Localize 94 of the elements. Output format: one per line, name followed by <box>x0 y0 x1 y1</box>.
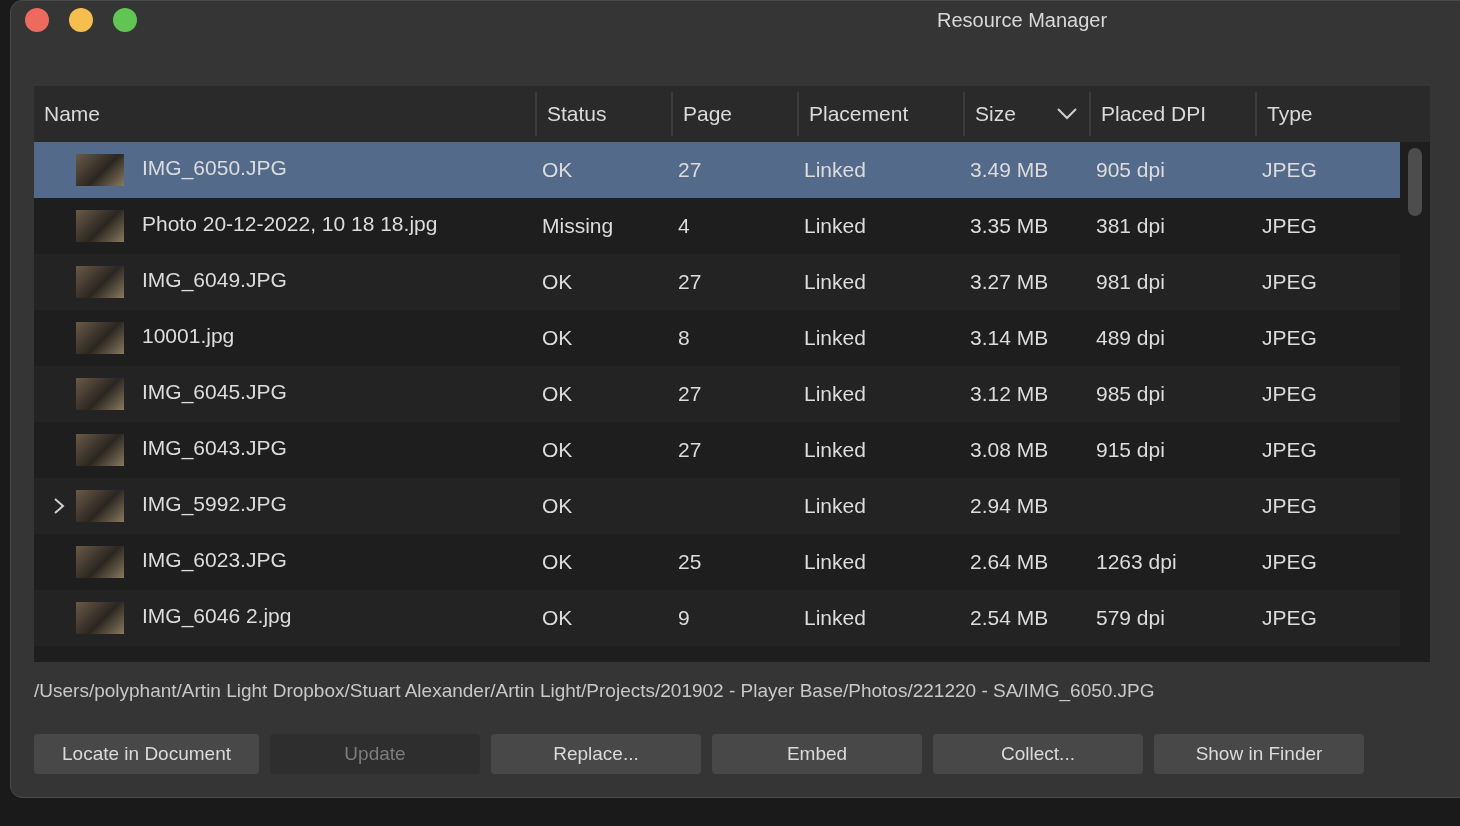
type-cell-text: JPEG <box>1261 270 1318 294</box>
photo-placeholder <box>76 154 124 186</box>
size-cell-text: 2.64 MB <box>969 550 1050 574</box>
name-cell: IMG_6023.JPG <box>142 548 287 572</box>
action-button[interactable]: Show in Finder <box>1154 734 1364 774</box>
page-cell-text: 27 <box>677 158 703 182</box>
column-header[interactable]: Name <box>34 92 535 136</box>
status-cell-text: OK <box>541 438 574 462</box>
photo-placeholder <box>76 546 124 578</box>
file-path: /Users/polyphant/Artin Light Dropbox/Stuart Alexander/Artin Light/Projects/201902 - Player Base/Photos/221220 - SA/IMG_6050.JPG <box>34 680 1156 702</box>
window-title: Resource Manager <box>937 8 1108 32</box>
placement-cell-text: Linked <box>803 382 867 406</box>
status-cell-text: OK <box>541 550 574 574</box>
photo-placeholder <box>76 602 124 634</box>
chevron-right-icon[interactable] <box>52 497 66 515</box>
name-cell: IMG_6043.JPG <box>142 436 287 460</box>
type-cell-text: JPEG <box>1261 438 1318 462</box>
photo-placeholder <box>76 378 124 410</box>
status-cell-text: Missing <box>541 214 615 238</box>
name-cell: IMG_6049.JPG <box>142 268 287 292</box>
placement-cell-text: Linked <box>803 494 867 518</box>
column-header[interactable]: Page <box>671 92 797 136</box>
status-cell-text: OK <box>541 326 574 350</box>
placement-cell-text: Linked <box>803 606 867 630</box>
table-row[interactable]: IMG_6049.JPG OK 27 Linked 3.27 MB 981 dpi JPEG <box>34 254 1400 310</box>
type-cell-text: JPEG <box>1261 494 1318 518</box>
status-cell-text: OK <box>541 270 574 294</box>
name-cell: IMG_6050.JPG <box>142 156 287 180</box>
type-cell-text: JPEG <box>1261 326 1318 350</box>
action-button[interactable]: Collect... <box>933 734 1143 774</box>
table-row[interactable]: IMG_6050.JPG OK 27 Linked 3.49 MB 905 dpi JPEG <box>34 142 1400 198</box>
action-button[interactable]: Embed <box>712 734 922 774</box>
placement-cell-text: Linked <box>803 550 867 574</box>
photo-placeholder <box>76 490 124 522</box>
column-header[interactable]: Placed DPI <box>1089 92 1255 136</box>
column-header[interactable]: Type <box>1255 92 1430 136</box>
table-row[interactable]: IMG_6046 2.jpg OK 9 Linked 2.54 MB 579 dpi JPEG <box>34 590 1400 646</box>
column-header[interactable]: Size <box>963 92 1089 136</box>
page-cell-text: 9 <box>677 606 691 630</box>
close-button[interactable] <box>25 8 49 32</box>
name-cell: 10001.jpg <box>142 324 235 348</box>
page-cell-text: 8 <box>677 326 691 350</box>
action-button[interactable]: Replace... <box>491 734 701 774</box>
size-cell-text: 3.08 MB <box>969 438 1050 462</box>
photo-placeholder <box>76 210 124 242</box>
page-cell-text: 27 <box>677 382 703 406</box>
name-cell: IMG_6046 2.jpg <box>142 604 292 628</box>
type-cell-text: JPEG <box>1261 550 1318 574</box>
name-cell: Photo 20-12-2022, 10 18 18.jpg <box>142 212 438 236</box>
action-button[interactable]: Locate in Document <box>34 734 259 774</box>
dpi-cell-text: 1263 dpi <box>1095 550 1178 574</box>
zoom-button[interactable] <box>113 8 137 32</box>
column-header[interactable]: Placement <box>797 92 963 136</box>
placement-cell-text: Linked <box>803 158 867 182</box>
dpi-cell-text: 915 dpi <box>1095 438 1166 462</box>
placement-cell-text: Linked <box>803 214 867 238</box>
photo-placeholder <box>76 434 124 466</box>
photo-placeholder <box>76 322 124 354</box>
dpi-cell-text: 381 dpi <box>1095 214 1166 238</box>
status-cell-text: OK <box>541 158 574 182</box>
status-cell-text: OK <box>541 494 574 518</box>
dpi-cell-text: 489 dpi <box>1095 326 1166 350</box>
placement-cell-text: Linked <box>803 270 867 294</box>
page-cell-text: 27 <box>677 438 703 462</box>
size-cell-text: 3.27 MB <box>969 270 1050 294</box>
size-cell-text: 2.94 MB <box>969 494 1050 518</box>
name-cell: IMG_5992.JPG <box>142 492 287 516</box>
photo-placeholder <box>76 266 124 298</box>
placement-cell-text: Linked <box>803 438 867 462</box>
status-cell-text: OK <box>541 606 574 630</box>
type-cell-text: JPEG <box>1261 382 1318 406</box>
size-cell-text: 3.14 MB <box>969 326 1050 350</box>
size-cell-text: 3.12 MB <box>969 382 1050 406</box>
scrollbar-thumb[interactable] <box>1408 148 1422 216</box>
dpi-cell-text: 905 dpi <box>1095 158 1166 182</box>
type-cell-text: JPEG <box>1261 214 1318 238</box>
dpi-cell-text: 579 dpi <box>1095 606 1166 630</box>
dpi-cell-text: 985 dpi <box>1095 382 1166 406</box>
column-header[interactable]: Status <box>535 92 671 136</box>
page-cell-text: 4 <box>677 214 691 238</box>
size-cell-text: 3.35 MB <box>969 214 1050 238</box>
placement-cell-text: Linked <box>803 326 867 350</box>
page-cell-text: 27 <box>677 270 703 294</box>
size-cell-text: 2.54 MB <box>969 606 1050 630</box>
page-cell-text: 25 <box>677 550 703 574</box>
size-cell-text: 3.49 MB <box>969 158 1050 182</box>
type-cell-text: JPEG <box>1261 158 1318 182</box>
name-cell: IMG_6045.JPG <box>142 380 287 404</box>
minimize-button[interactable] <box>69 8 93 32</box>
table-row[interactable]: IMG_6045.JPG OK 27 Linked 3.12 MB 985 dpi JPEG <box>34 366 1400 422</box>
status-cell-text: OK <box>541 382 574 406</box>
table-row[interactable]: IMG_5992.JPG OK Linked 2.94 MB JPEG <box>34 478 1400 534</box>
type-cell-text: JPEG <box>1261 606 1318 630</box>
dpi-cell-text: 981 dpi <box>1095 270 1166 294</box>
